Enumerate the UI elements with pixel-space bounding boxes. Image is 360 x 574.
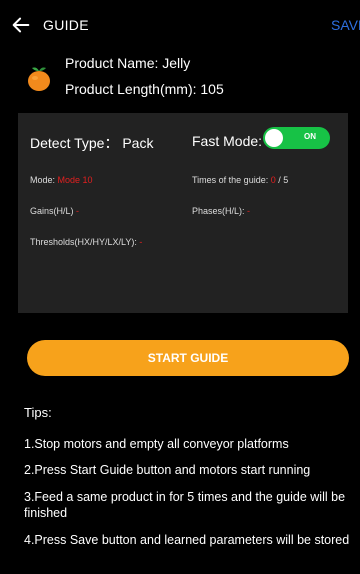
tip-item: 3.Feed a same product in for 5 times and… xyxy=(24,490,346,520)
toggle-state-label: ON xyxy=(304,132,316,141)
times-row: Times of the guide: 0 / 5 xyxy=(192,175,288,185)
mode-label: Mode: xyxy=(30,175,56,185)
detect-type: Detect Type： Pack xyxy=(30,135,154,151)
tip-item: 4.Press Save button and learned paramete… xyxy=(24,533,350,547)
save-button[interactable]: SAVE xyxy=(331,17,360,33)
product-name: Product Name: Jelly xyxy=(65,55,191,71)
guide-status-panel: Detect Type： Pack Fast Mode: ON Mode: Mo… xyxy=(18,113,348,313)
fast-mode-toggle[interactable]: ON xyxy=(263,127,330,149)
thresholds-label: Thresholds(HX/HY/LX/LY): xyxy=(30,237,137,247)
start-guide-button[interactable]: START GUIDE xyxy=(27,340,349,376)
times-label: Times of the guide: xyxy=(192,175,269,185)
tip-item: 1.Stop motors and empty all conveyor pla… xyxy=(24,437,289,451)
phases-value: - xyxy=(247,206,251,216)
tips-title: Tips: xyxy=(24,405,52,420)
gains-row: Gains(H/L) - xyxy=(30,206,79,216)
page-title: GUIDE xyxy=(43,17,89,33)
gains-label: Gains(H/L) xyxy=(30,206,74,216)
thresholds-row: Thresholds(HX/HY/LX/LY): - xyxy=(30,237,142,247)
toggle-knob xyxy=(265,129,283,147)
product-length: Product Length(mm): 105 xyxy=(65,81,224,97)
tip-item: 2.Press Start Guide button and motors st… xyxy=(24,463,311,477)
orange-fruit-icon xyxy=(28,67,50,91)
fast-mode-label: Fast Mode: xyxy=(192,133,263,149)
mode-row: Mode: Mode 10 xyxy=(30,175,93,185)
times-total: 5 xyxy=(283,175,289,185)
phases-row: Phases(H/L): - xyxy=(192,206,250,216)
phases-label: Phases(H/L): xyxy=(192,206,245,216)
thresholds-value: - xyxy=(139,237,143,247)
top-bar: GUIDE SAVE xyxy=(0,0,360,52)
product-info: Product Name: Jelly Product Length(mm): … xyxy=(0,52,360,108)
gains-value: - xyxy=(76,206,80,216)
mode-value: Mode 10 xyxy=(57,175,93,185)
back-arrow-icon[interactable] xyxy=(10,14,32,36)
